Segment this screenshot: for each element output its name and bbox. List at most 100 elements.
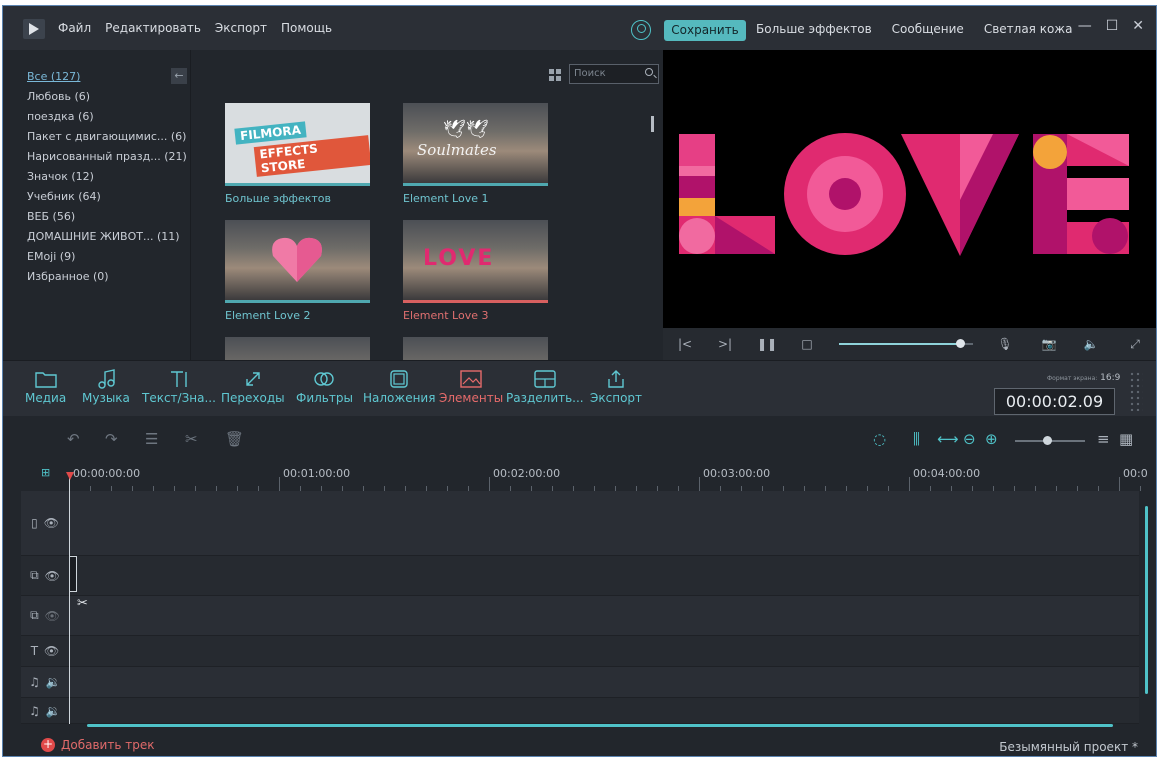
grid-layout-icon[interactable]: ▦ [1119, 430, 1133, 448]
minimize-icon[interactable]: — [1078, 18, 1092, 34]
effect-tile-partial[interactable] [403, 337, 548, 360]
menu-help[interactable]: Помощь [281, 21, 332, 35]
delete-icon[interactable]: 🗑 [225, 430, 244, 448]
eye-icon[interactable]: 👁 [44, 516, 59, 530]
close-icon[interactable]: ✕ [1132, 18, 1144, 34]
light-skin-link[interactable]: Светлая кожа [984, 22, 1073, 36]
fullscreen-icon[interactable]: ⤢ [1127, 336, 1143, 352]
ruler-tick [279, 477, 280, 491]
drag-handle-icon[interactable] [1129, 371, 1143, 411]
music-track-icon: ♫ [29, 703, 40, 718]
stop-icon[interactable]: □ [799, 336, 815, 352]
category-item[interactable]: Пакет с двигающимис... (6) [27, 127, 187, 147]
add-track-button[interactable]: + Добавить трек [41, 738, 154, 752]
aspect-value[interactable]: 16:9 [1100, 373, 1120, 383]
skip-forward-icon[interactable]: >| [717, 336, 733, 352]
scissors-icon[interactable]: ✂ [77, 596, 88, 611]
eye-icon[interactable]: 👁 [45, 609, 60, 623]
eye-icon[interactable]: 👁 [45, 569, 60, 583]
tool-media[interactable]: Медиа [25, 367, 66, 405]
category-item[interactable]: Избранное (0) [27, 267, 187, 287]
list-view-icon[interactable]: ≡ [1097, 430, 1110, 448]
menu-file[interactable]: Файл [58, 21, 91, 35]
camera-snapshot-icon[interactable]: 📷 [1041, 336, 1057, 352]
search-input[interactable]: Поиск [569, 64, 659, 84]
pip-track-1[interactable]: ⧉ 👁 [21, 556, 1139, 596]
text-track[interactable]: T 👁 [21, 636, 1139, 667]
more-effects-link[interactable]: Больше эффектов [756, 22, 872, 36]
undo-icon[interactable]: ↶ [67, 430, 80, 448]
speaker-icon[interactable]: 🔉 [46, 704, 61, 718]
category-item-all[interactable]: Все (127) [27, 67, 187, 87]
tool-split-screen[interactable]: Разделить... [506, 367, 584, 405]
thumb-underline [225, 300, 370, 303]
tool-elements[interactable]: Элементы [439, 367, 503, 405]
video-preview [663, 50, 1156, 328]
skip-back-icon[interactable]: |< [677, 336, 693, 352]
zoom-in-icon[interactable]: ⊕ [985, 430, 998, 448]
playhead[interactable] [66, 472, 74, 724]
microphone-icon[interactable]: 🎙 [997, 336, 1013, 352]
menu-edit[interactable]: Редактировать [105, 21, 201, 35]
grid-view-icon[interactable] [549, 69, 562, 82]
maximize-icon[interactable]: ☐ [1106, 18, 1119, 34]
vertical-scrollbar[interactable] [1145, 506, 1148, 694]
effects-grid: Поиск FILMORA EFFECTS STORE Больше эффек… [192, 50, 662, 360]
message-link[interactable]: Сообщение [892, 22, 964, 36]
collapse-arrow-icon[interactable]: ← [171, 68, 187, 84]
speaker-icon[interactable]: 🔉 [46, 675, 61, 689]
effect-label: Element Love 3 [403, 309, 489, 322]
category-item[interactable]: EMoji (9) [27, 247, 187, 267]
pip-track-2[interactable]: ⧉ 👁 [21, 596, 1139, 636]
eye-icon[interactable]: 👁 [44, 644, 59, 658]
zoom-slider[interactable] [1015, 436, 1085, 445]
category-item[interactable]: ДОМАШНИЕ ЖИВОТ... (11) [27, 227, 187, 247]
cut-icon[interactable]: ✂ [185, 430, 198, 448]
horizontal-scrollbar[interactable] [87, 724, 1113, 727]
ruler-tick [909, 477, 910, 491]
category-item[interactable]: Учебник (64) [27, 187, 187, 207]
tool-export[interactable]: Экспорт [590, 367, 642, 405]
plus-icon: + [41, 737, 55, 752]
tool-label: Наложения [363, 391, 436, 405]
category-item[interactable]: Любовь (6) [27, 87, 187, 107]
tool-music[interactable]: Музыка [82, 367, 130, 405]
volume-icon[interactable]: 🔈 [1083, 336, 1099, 352]
effect-tile-partial[interactable] [225, 337, 370, 360]
effect-tile-love-1[interactable]: 🕊🕊 Soulmates Element Love 1 [403, 103, 548, 205]
track-settings-icon[interactable]: ⊞ [41, 466, 50, 479]
playback-progress-slider[interactable] [839, 339, 973, 348]
audio-track-2[interactable]: ♫ 🔉 [21, 698, 1139, 724]
grid-scrollbar[interactable] [651, 116, 654, 132]
tool-overlays[interactable]: Наложения [363, 367, 435, 405]
tool-text[interactable]: Текст/Зна... [142, 367, 216, 405]
menu-export[interactable]: Экспорт [215, 21, 267, 35]
audio-track-1[interactable]: ♫ 🔉 [21, 667, 1139, 698]
effect-tile-love-3[interactable]: LOVE Element Love 3 [403, 220, 548, 322]
category-item[interactable]: ВЕБ (56) [27, 207, 187, 227]
progress-knob[interactable] [955, 339, 965, 348]
save-button[interactable]: Сохранить [664, 20, 746, 41]
pause-icon[interactable]: ❚❚ [757, 336, 777, 352]
effect-tile-store[interactable]: FILMORA EFFECTS STORE Больше эффектов [225, 103, 370, 205]
user-account-icon[interactable] [631, 20, 651, 40]
redo-icon[interactable]: ↷ [105, 430, 118, 448]
adjust-icon[interactable]: ☰ [145, 430, 158, 448]
tool-transitions[interactable]: Переходы [221, 367, 285, 405]
audio-mixer-icon[interactable]: ⫼ [913, 430, 920, 448]
zoom-knob[interactable] [1042, 436, 1052, 445]
effect-tile-love-2[interactable]: Element Love 2 [225, 220, 370, 322]
fit-timeline-icon[interactable]: ⟷ [937, 430, 959, 448]
render-preview-icon[interactable]: ◌ [873, 430, 886, 448]
video-track-1[interactable]: ▯ 👁 [21, 491, 1139, 556]
search-icon[interactable] [645, 68, 653, 76]
category-item[interactable]: поездка (6) [27, 107, 187, 127]
tool-filters[interactable]: Фильтры [296, 367, 353, 405]
ruler-label: 00:00:00:00 [73, 467, 141, 480]
timeline-clip[interactable] [69, 556, 77, 592]
zoom-out-icon[interactable]: ⊖ [963, 430, 976, 448]
category-item[interactable]: Значок (12) [27, 167, 187, 187]
category-item[interactable]: Нарисованный празд... (21) [27, 147, 187, 167]
image-icon [460, 370, 482, 388]
main-menu: Файл Редактировать Экспорт Помощь [58, 21, 332, 35]
